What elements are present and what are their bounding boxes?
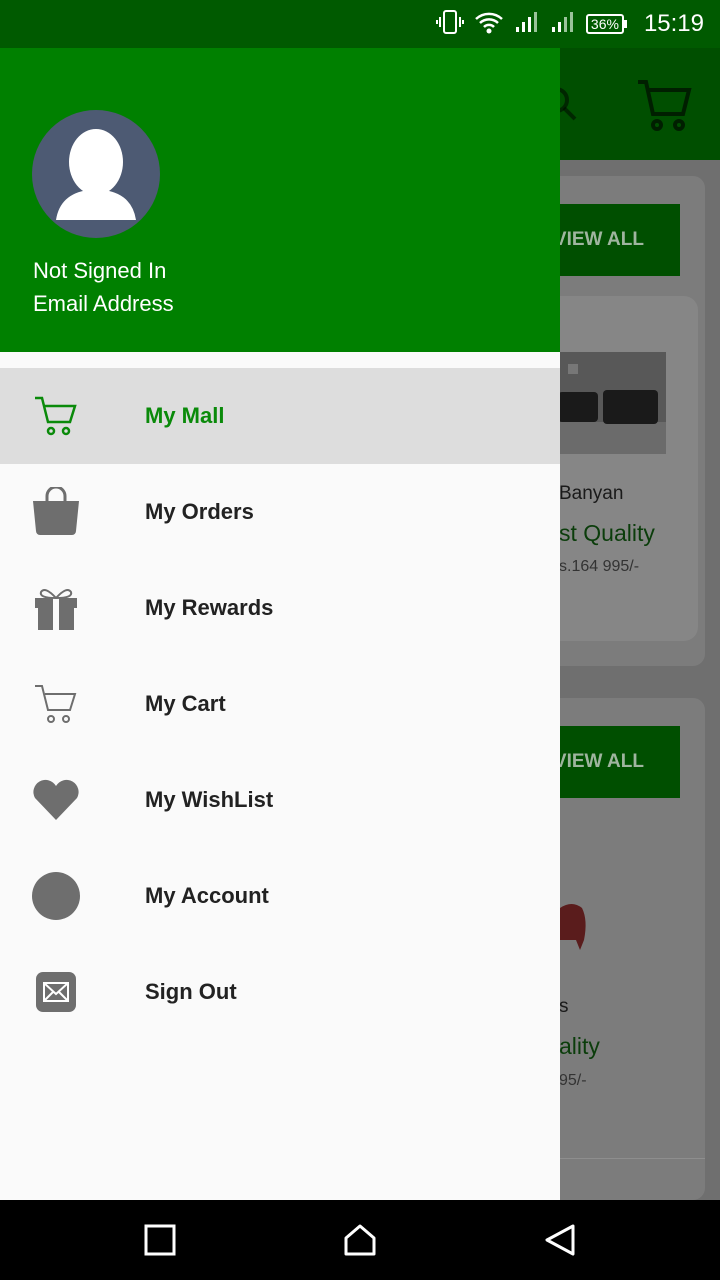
clock: 15:19: [643, 10, 704, 37]
divider: [560, 1158, 705, 1159]
account-circle-icon: [30, 872, 82, 920]
avatar[interactable]: [32, 110, 160, 238]
wifi-icon: [474, 9, 504, 40]
drawer-menu: My Mall My Orders My Rewards My Cart My: [0, 368, 560, 1040]
drawer-header: Not Signed In Email Address: [0, 48, 560, 352]
menu-item-my-cart[interactable]: My Cart: [0, 656, 560, 752]
heart-icon: [30, 776, 82, 824]
user-email: Email Address: [33, 291, 174, 316]
product-price: 95/-: [559, 1072, 587, 1089]
shopping-bag-icon: [30, 487, 82, 536]
menu-label: My Cart: [145, 691, 226, 716]
recents-icon[interactable]: [140, 1220, 180, 1260]
home-icon[interactable]: [340, 1220, 380, 1260]
mail-icon: [30, 968, 82, 1016]
menu-item-my-account[interactable]: My Account: [0, 848, 560, 944]
menu-item-my-rewards[interactable]: My Rewards: [0, 560, 560, 656]
menu-item-my-wishlist[interactable]: My WishList: [0, 752, 560, 848]
menu-label: Sign Out: [145, 979, 237, 1004]
vibrate-icon: [435, 9, 464, 40]
gift-icon: [30, 584, 82, 632]
view-all-button[interactable]: VIEW ALL: [540, 204, 680, 276]
cart-icon: [30, 392, 82, 440]
product-quality: ality: [559, 1033, 600, 1059]
product-brand: s: [559, 996, 569, 1017]
menu-label: My Account: [145, 883, 269, 908]
user-name: Not Signed In: [33, 258, 167, 283]
navigation-bar: [0, 1200, 720, 1280]
menu-label: My WishList: [145, 787, 274, 812]
cart-icon[interactable]: [636, 76, 692, 139]
product-brand: Banyan: [559, 483, 624, 504]
status-bar: 36% 15:19: [0, 0, 720, 48]
product-card[interactable]: [540, 296, 698, 641]
menu-item-my-orders[interactable]: My Orders: [0, 464, 560, 560]
view-all-button[interactable]: VIEW ALL: [540, 726, 680, 798]
signal-icon: [514, 11, 540, 38]
product-image: [560, 900, 590, 957]
back-icon[interactable]: [540, 1220, 580, 1260]
product-price: s.164 995/-: [559, 558, 640, 575]
cart-icon: [30, 680, 82, 728]
menu-item-my-mall[interactable]: My Mall: [0, 368, 560, 464]
menu-label: My Rewards: [145, 595, 274, 620]
navigation-drawer: Not Signed In Email Address My Mall My O…: [0, 48, 560, 1200]
signal-icon: [550, 11, 576, 38]
menu-label: My Mall: [145, 403, 225, 428]
menu-label: My Orders: [145, 499, 254, 524]
product-image: [548, 352, 666, 454]
menu-item-sign-out[interactable]: Sign Out: [0, 944, 560, 1040]
battery-indicator: 36%: [585, 14, 627, 34]
product-quality: st Quality: [559, 520, 655, 546]
